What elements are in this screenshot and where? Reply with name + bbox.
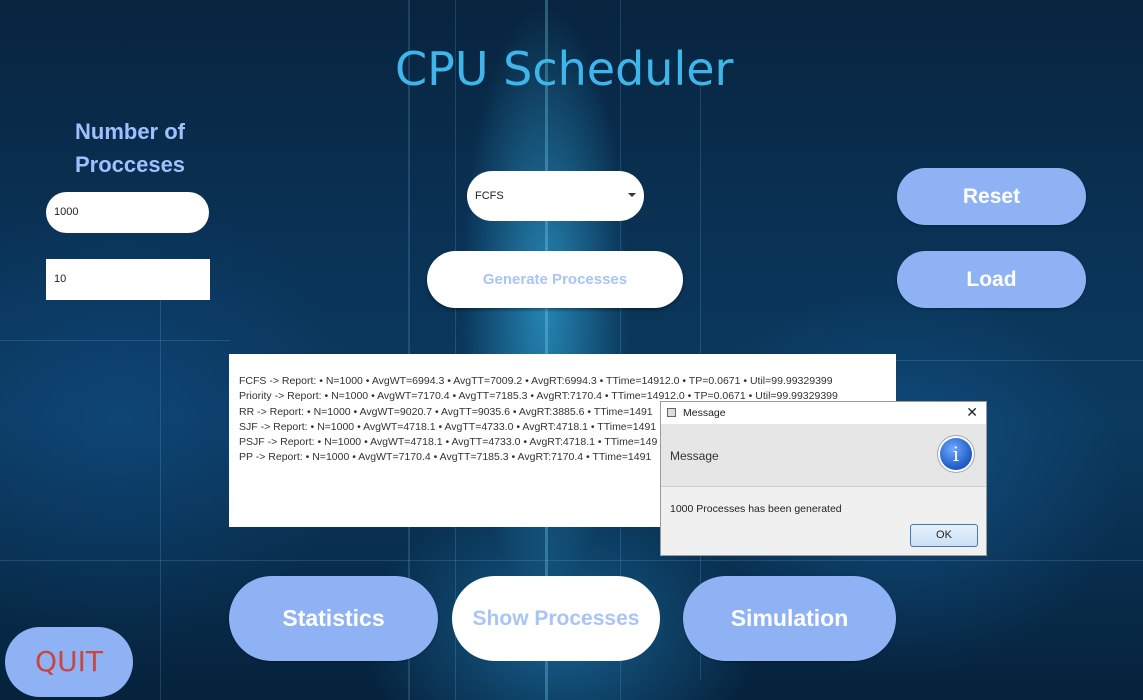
load-button[interactable]: Load xyxy=(897,251,1086,308)
message-dialog: Message ✕ Message i 1000 Processes has b… xyxy=(660,401,987,556)
process-count-input[interactable]: 1000 xyxy=(46,192,209,233)
dialog-titlebar[interactable]: Message ✕ xyxy=(661,402,986,424)
statistics-button[interactable]: Statistics xyxy=(229,576,438,661)
number-label-line1: Number of xyxy=(75,119,185,144)
dialog-header: Message i xyxy=(661,424,986,487)
number-label-line2: Procceses xyxy=(74,152,186,177)
second-value-input[interactable]: 10 xyxy=(46,259,210,300)
simulation-button[interactable]: Simulation xyxy=(683,576,896,661)
dialog-message: 1000 Processes has been generated xyxy=(670,503,842,515)
dialog-header-text: Message xyxy=(670,449,719,463)
chevron-down-icon xyxy=(628,193,636,197)
close-icon[interactable]: ✕ xyxy=(966,404,978,421)
reset-button[interactable]: Reset xyxy=(897,168,1086,225)
algorithm-select-value: FCFS xyxy=(475,190,504,202)
quit-button[interactable]: QUIT xyxy=(5,627,133,697)
app-title: CPU Scheduler xyxy=(395,42,734,96)
algorithm-select[interactable]: FCFS xyxy=(467,171,644,221)
ok-button[interactable]: OK xyxy=(910,524,978,547)
report-line: FCFS -> Report: • N=1000 • AvgWT=6994.3 … xyxy=(239,375,833,387)
number-of-processes-label: Number of Procceses xyxy=(50,115,210,181)
dialog-window-title: Message xyxy=(683,407,726,419)
show-processes-button[interactable]: Show Processes xyxy=(452,576,660,661)
window-app-icon xyxy=(667,408,676,417)
generate-processes-button[interactable]: Generate Processes xyxy=(427,251,683,308)
info-icon: i xyxy=(940,438,972,470)
